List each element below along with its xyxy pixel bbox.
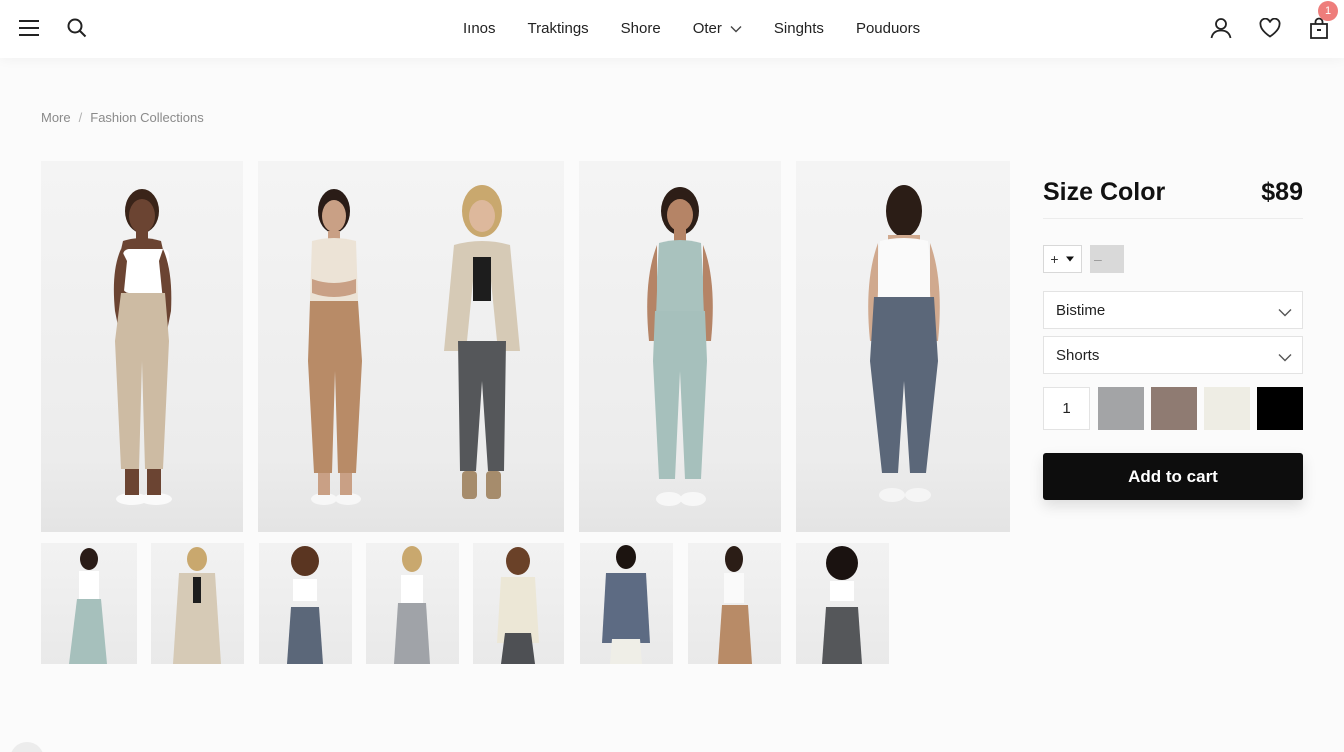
panel-divider (1043, 218, 1303, 219)
option-select-2[interactable]: Shorts (1043, 336, 1303, 374)
nav-item-3[interactable]: Shore (621, 20, 661, 37)
color-swatch-gray[interactable] (1098, 387, 1144, 430)
color-swatch-black[interactable] (1257, 387, 1303, 430)
thumbnail-5[interactable] (473, 543, 564, 664)
thumbnail-1[interactable] (41, 543, 137, 664)
add-to-cart-button[interactable]: Add to cart (1043, 453, 1303, 500)
chevron-down-icon (730, 20, 742, 37)
site-header: Iınos Traktings Shore Oter Singhts Poudu… (0, 0, 1344, 58)
option-select-2-value: Shorts (1056, 346, 1100, 364)
breadcrumb-home[interactable]: More (41, 110, 71, 125)
chevron-down-icon (1278, 304, 1292, 321)
chevron-down-icon (1278, 349, 1292, 366)
scroll-circle-button[interactable] (10, 742, 44, 752)
product-price: $89 (1261, 178, 1303, 206)
breadcrumb-current: Fashion Collections (90, 110, 204, 125)
thumbnail-4[interactable] (366, 543, 459, 664)
product-title: Size Color (1043, 178, 1166, 206)
thumbnail-8[interactable] (796, 543, 889, 664)
nav-item-2[interactable]: Traktings (528, 20, 589, 37)
user-icon[interactable] (1207, 14, 1235, 42)
heart-icon[interactable] (1256, 14, 1284, 42)
minus-button[interactable]: – (1090, 245, 1124, 273)
thumbnail-7[interactable] (688, 543, 781, 664)
product-photo-1[interactable] (41, 161, 243, 532)
thumbnail-3[interactable] (259, 543, 352, 664)
menu-icon[interactable] (15, 14, 43, 42)
product-photo-4[interactable] (796, 161, 1010, 532)
cart-count-badge: 1 (1318, 1, 1338, 21)
thumbnail-2[interactable] (151, 543, 244, 664)
breadcrumb-separator: / (78, 110, 83, 125)
nav-item-4-label: Oter (692, 19, 722, 37)
caret-down-icon (1065, 256, 1074, 262)
quantity-field[interactable]: 1 (1043, 387, 1090, 430)
main-nav: Iınos Traktings Shore Oter Singhts Poudu… (447, 0, 936, 56)
breadcrumb: More / Fashion Collections (41, 110, 204, 125)
color-swatch-taupe[interactable] (1151, 387, 1197, 430)
nav-item-4[interactable]: Oter (693, 20, 742, 37)
nav-item-1[interactable]: Iınos (463, 20, 496, 37)
plus-dropdown-button[interactable]: + (1043, 245, 1082, 273)
plus-label: + (1050, 251, 1059, 267)
thumbnail-6[interactable] (580, 543, 673, 664)
option-select-1[interactable]: Bistime (1043, 291, 1303, 329)
nav-item-6[interactable]: Pouduors (856, 20, 920, 37)
nav-item-5[interactable]: Singhts (774, 20, 824, 37)
product-photo-2[interactable] (258, 161, 564, 532)
search-icon[interactable] (63, 14, 91, 42)
color-swatch-cream[interactable] (1204, 387, 1250, 430)
product-photo-3[interactable] (579, 161, 781, 532)
option-select-1-value: Bistime (1056, 301, 1106, 319)
